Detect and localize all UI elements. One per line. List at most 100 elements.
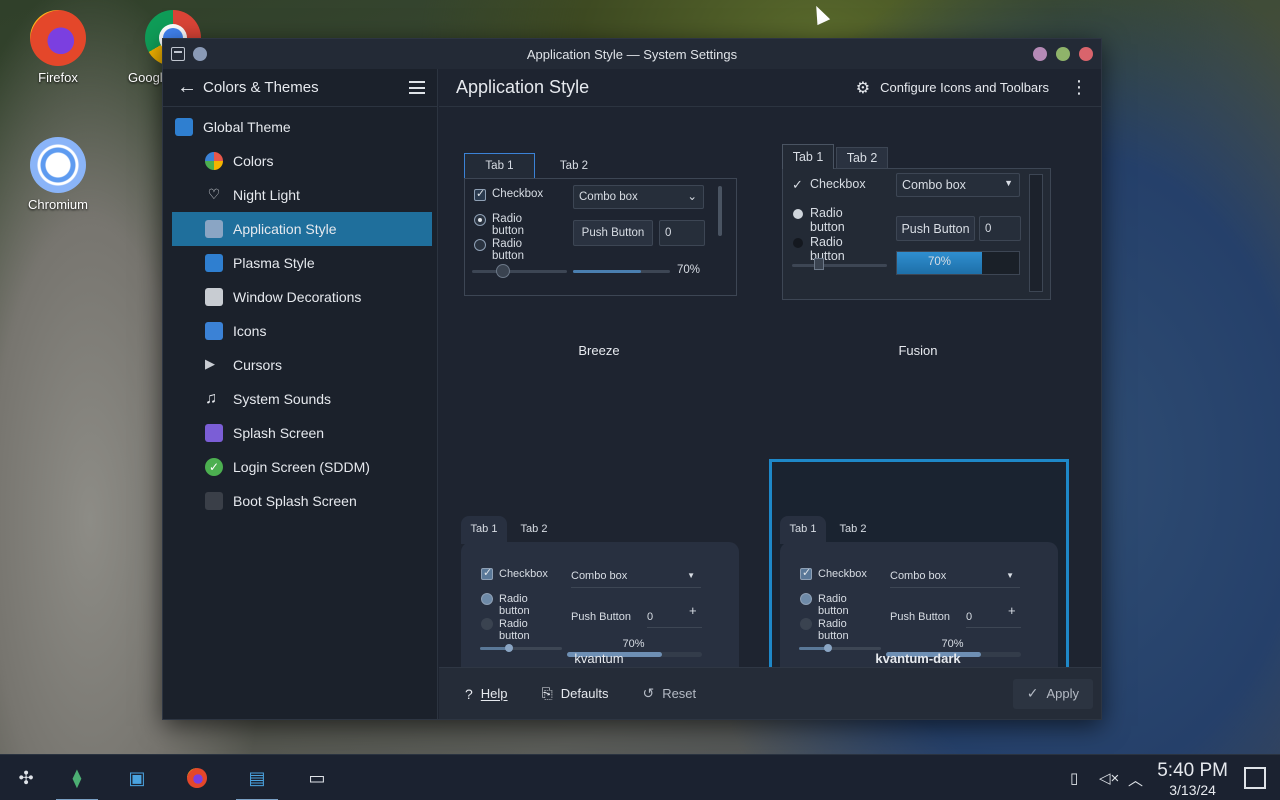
clipboard-icon[interactable]: ▯ [1070, 769, 1078, 787]
sidebar-item-cursors[interactable]: ▶ Cursors [163, 348, 437, 382]
combo-box[interactable]: Combo box ▼ [571, 570, 701, 588]
volume-muted-icon[interactable]: ◁× [1099, 769, 1119, 787]
system-settings-taskbar-icon[interactable]: ▤ [236, 763, 278, 800]
configure-icons-toolbars-button[interactable]: ⚙ Configure Icons and Toolbars [856, 78, 1049, 98]
sidebar-item-night-light[interactable]: ♡ Night Light [163, 178, 437, 212]
sidebar-list: Global Theme Colors ♡ Night Light Applicatio… [163, 107, 437, 518]
sidebar-item-window-decorations[interactable]: Window Decorations [163, 280, 437, 314]
progress-label: 70% [941, 638, 964, 650]
tab-1[interactable]: Tab 1 [461, 516, 507, 544]
slider-handle[interactable] [496, 264, 510, 278]
app-launcher-icon[interactable]: ✣ [11, 763, 41, 793]
combo-box[interactable]: Combo box ▼ [890, 570, 1020, 588]
window-titlebar[interactable]: Application Style — System Settings [163, 39, 1101, 69]
tray-expand-chevron-icon[interactable]: ︿ [1128, 769, 1143, 790]
window-menu-icon[interactable] [171, 47, 185, 61]
sidebar-item-login-screen-sddm[interactable]: ✓ Login Screen (SDDM) [163, 450, 437, 484]
push-button[interactable]: Push Button [890, 610, 960, 628]
tab-1[interactable]: Tab 1 [780, 516, 826, 544]
back-arrow-icon[interactable]: ← [177, 76, 203, 99]
sidebar-item-global-theme[interactable]: Global Theme [163, 110, 437, 144]
slider-track[interactable] [792, 264, 887, 267]
radio-button-1[interactable] [793, 209, 803, 219]
tab-2[interactable]: Tab 2 [828, 516, 878, 542]
checkbox[interactable] [800, 566, 812, 580]
checkbox-label: Checkbox [818, 568, 867, 580]
spin-value: 0 [647, 611, 654, 623]
tab-1[interactable]: Tab 1 [464, 153, 535, 179]
sidebar-item-label: Colors [233, 153, 274, 169]
push-button-label: Push Button [571, 611, 631, 623]
hamburger-menu-icon[interactable] [409, 81, 425, 94]
sidebar-item-label: Boot Splash Screen [233, 493, 357, 509]
radio-button-2[interactable] [481, 618, 493, 630]
style-preview-breeze[interactable]: Tab 1 Tab 2Checkbox Radio buttonRadio butt… [439, 107, 759, 377]
push-button[interactable]: Push Button [571, 610, 641, 628]
checkbox-label: Checkbox [499, 568, 548, 580]
sidebar-item-system-sounds[interactable]: ♫ System Sounds [163, 382, 437, 416]
sidebar-item-colors[interactable]: Colors [163, 144, 437, 178]
sidebar-item-splash-screen[interactable]: Splash Screen [163, 416, 437, 450]
chevron-down-icon: ▼ [687, 571, 695, 580]
style-preview-kvantum[interactable]: Tab 1Tab 2 Checkbox Radio buttonRadio butt… [439, 377, 759, 685]
reset-button[interactable]: ↺ Reset [628, 679, 710, 709]
show-desktop-button[interactable] [1244, 767, 1266, 789]
firefox-taskbar-icon[interactable] [182, 763, 212, 793]
main-content: Application Style ⚙ Configure Icons and … [439, 69, 1101, 719]
tab-1[interactable]: Tab 1 [782, 144, 834, 169]
sidebar-item-application-style[interactable]: Application Style [172, 212, 432, 246]
help-button[interactable]: ? Help [451, 679, 522, 709]
vertical-scrollbar[interactable] [1029, 174, 1043, 292]
kebab-menu-icon[interactable]: ⋮ [1067, 77, 1091, 98]
style-preview-kvantum-dark[interactable]: Tab 1Tab 2 Checkbox Radio buttonRadio butt… [758, 377, 1078, 690]
radio-button-1[interactable] [481, 593, 493, 605]
spin-plus-icon[interactable]: + [1008, 603, 1016, 618]
discover-store-icon[interactable]: ⧫ [56, 763, 98, 800]
konsole-terminal-icon[interactable]: ▭ [302, 763, 332, 793]
push-button[interactable]: Push Button [896, 216, 975, 241]
help-label: Help [480, 686, 508, 701]
minimize-button[interactable] [1033, 47, 1047, 61]
vertical-scrollbar[interactable] [718, 186, 722, 236]
keep-on-top-icon[interactable] [193, 47, 207, 61]
tab-2[interactable]: Tab 2 [509, 516, 559, 542]
configure-toolbar-icon: ⚙ [855, 79, 871, 97]
defaults-icon: ⎘ [541, 685, 553, 701]
clock[interactable]: 5:40 PM 3/13/24 [1157, 760, 1228, 798]
checkbox-label: Checkbox [810, 177, 866, 191]
sidebar: ← Colors & Themes Global Theme Colors ♡ Nig… [163, 69, 438, 719]
spin-box[interactable]: 0 [659, 220, 705, 246]
cursor-icon: ▶ [205, 356, 215, 371]
checkbox-check-icon[interactable]: ✓ [792, 177, 803, 193]
slider-handle[interactable] [814, 258, 824, 270]
dolphin-files-icon[interactable]: ▣ [122, 763, 152, 793]
checkbox[interactable] [474, 187, 486, 201]
apply-button[interactable]: ✓ Apply [1012, 678, 1093, 709]
radio-button-1[interactable] [800, 593, 812, 605]
spin-box[interactable]: 0 [979, 216, 1021, 241]
maximize-button[interactable] [1056, 47, 1070, 61]
defaults-button[interactable]: ⎘ Defaults [528, 679, 623, 709]
spin-plus-icon[interactable]: + [689, 603, 697, 618]
push-button[interactable]: Push Button [573, 220, 653, 246]
sidebar-item-boot-splash-screen[interactable]: Boot Splash Screen [163, 484, 437, 518]
sidebar-item-label: Login Screen (SDDM) [233, 459, 370, 475]
radio-button-2[interactable] [793, 238, 803, 248]
radio-button-2[interactable] [474, 239, 486, 251]
apply-check-icon: ✓ [1026, 685, 1039, 701]
sidebar-item-icons[interactable]: Icons [163, 314, 437, 348]
combo-box[interactable]: Combo box ▼ [896, 173, 1020, 197]
desktop-icon-chromium[interactable]: Chromium [13, 137, 103, 212]
checkbox[interactable] [481, 566, 493, 580]
radio-button-1[interactable] [474, 214, 486, 226]
style-preview-fusion[interactable]: Tab 1 Tab 2 ✓ Checkbox Radio button Radio but… [758, 107, 1078, 377]
radio-button-2[interactable] [800, 618, 812, 630]
slider-track[interactable] [472, 270, 567, 273]
tab-2[interactable]: Tab 2 [836, 147, 888, 169]
tab-2[interactable]: Tab 2 [544, 153, 604, 179]
close-button[interactable] [1079, 47, 1093, 61]
style-name-label: Fusion [898, 343, 938, 358]
combo-box[interactable]: Combo box ⌄ [573, 185, 704, 209]
sidebar-item-plasma-style[interactable]: Plasma Style [163, 246, 437, 280]
desktop-icon-firefox[interactable]: Firefox [13, 10, 103, 85]
